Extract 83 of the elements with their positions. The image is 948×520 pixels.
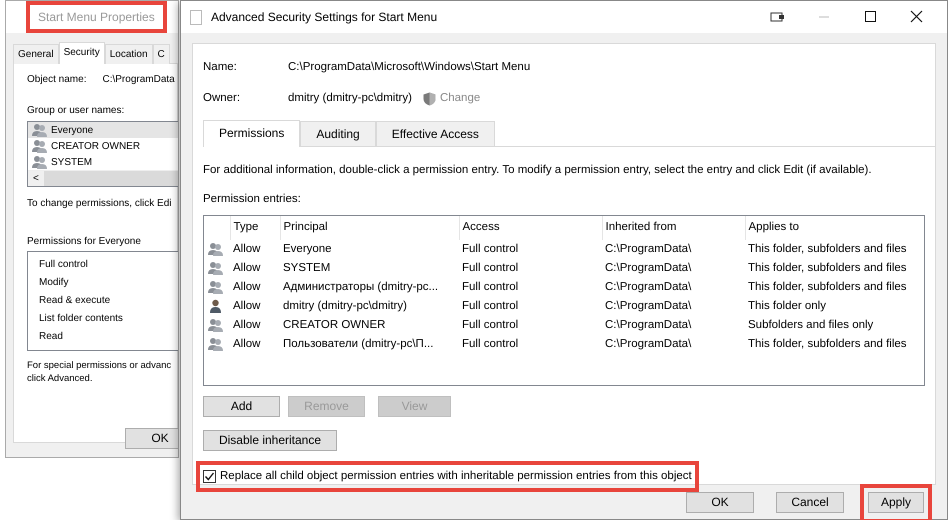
table-cell-text: Allow — [232, 298, 262, 314]
list-item[interactable]: SYSTEM — [28, 154, 178, 170]
table-cell-text: Full control — [461, 318, 520, 333]
table-cell: This folder, subfolders and files — [745, 240, 924, 259]
window-title: Advanced Security Settings for Start Menu — [211, 9, 438, 26]
table-cell-text: This folder only — [747, 298, 827, 314]
table-cell-text: C:\ProgramData\ — [604, 260, 692, 276]
shield-icon — [422, 92, 436, 106]
table-cell-text: Allow — [232, 260, 262, 276]
hint-text: For special permissions or advanc click Advanced. — [27, 359, 172, 385]
checkbox-label: Replace all child object permission entries with inheritable permission entries from this object — [220, 469, 692, 484]
tab[interactable]: General — [13, 44, 59, 64]
window-title: Start Menu Properties — [37, 9, 156, 26]
group-icon — [32, 155, 47, 169]
field-label: Permission entries: — [203, 192, 302, 207]
table-cell-text: Администраторы (dmitry-pc... — [282, 280, 440, 295]
column-header: Principal — [280, 216, 459, 240]
permission-name: Modify — [39, 276, 70, 290]
group-icon — [208, 336, 223, 351]
column-header: Access — [459, 216, 602, 240]
field-label: Owner: — [203, 91, 242, 106]
tab[interactable]: Permissions — [203, 120, 300, 146]
table-cell-text: This folder, subfolders and files — [747, 336, 908, 352]
column-header: Inherited from — [602, 216, 745, 240]
table-cell-text: CREATOR OWNER — [282, 318, 386, 333]
group-icon — [208, 260, 223, 275]
table-cell-text: SYSTEM — [282, 260, 332, 276]
table-cell-text: dmitry (dmitry-pc\dmitry) — [282, 298, 408, 314]
field-label: Object name: — [27, 73, 86, 87]
table-cell-text: C:\ProgramData\ — [604, 280, 692, 295]
tab[interactable]: Auditing — [300, 120, 376, 146]
table-cell-text: C:\ProgramData\ — [604, 318, 692, 333]
column-header: Type — [230, 216, 280, 240]
table-cell: Everyone — [280, 240, 459, 259]
field-label: Permissions for Everyone — [27, 235, 142, 249]
column-header: Applies to — [745, 216, 924, 240]
group-icon — [208, 318, 223, 332]
dialog-button[interactable]: Cancel — [776, 492, 844, 513]
group-icon — [32, 139, 47, 153]
path-value: C:\ProgramData\Microsoft\Windows\Start Menu — [288, 60, 530, 75]
action-button[interactable]: Add — [203, 396, 280, 417]
dialog-button[interactable]: OK — [686, 492, 754, 513]
scrollbar[interactable]: < — [28, 170, 178, 186]
hint-text: To change permissions, click Edi — [27, 197, 173, 211]
table-cell-text: Subfolders and files only — [747, 318, 874, 333]
table-cell: Allow — [230, 240, 280, 259]
table-cell-text: Allow — [232, 318, 262, 333]
user-icon — [208, 298, 223, 313]
table-cell-text: Full control — [461, 280, 520, 295]
owner-value: dmitry (dmitry-pc\dmitry) — [288, 91, 412, 106]
group-icon — [208, 242, 223, 256]
dialog-button[interactable]: Apply — [868, 492, 924, 513]
tab[interactable]: Location — [104, 44, 153, 64]
list-item[interactable]: CREATOR OWNER — [28, 138, 178, 154]
table-cell: Full control — [459, 240, 602, 259]
group-icon — [208, 280, 223, 294]
field-label: Group or user names: — [27, 104, 126, 118]
table-cell: C:\ProgramData\ — [602, 240, 745, 259]
table-cell-text: Allow — [232, 280, 262, 295]
table-cell-text: This folder, subfolders and files — [747, 260, 908, 276]
ok-button[interactable]: OK — [125, 428, 178, 449]
tab[interactable]: Effective Access — [376, 120, 495, 146]
permission-name: Read & execute — [39, 294, 112, 308]
table-cell-text: This folder, subfolders and files — [747, 280, 908, 295]
table-cell-text: Full control — [461, 260, 520, 276]
disable-inheritance-button[interactable]: Disable inheritance — [203, 430, 337, 451]
permission-name: Read — [39, 330, 64, 344]
tab[interactable]: C — [152, 44, 170, 64]
table-cell-text: C:\ProgramData\ — [604, 298, 692, 314]
checkbox[interactable] — [203, 470, 216, 484]
info-text: For additional information, double-click a permission entry. To modify a permission entry, select the entry and click Edit (if available). — [203, 162, 873, 178]
permission-name: List folder contents — [39, 312, 124, 326]
table-cell-text: Full control — [461, 336, 520, 352]
object-name-value: C:\ProgramData — [102, 73, 175, 87]
table-cell-text: C:\ProgramData\ — [604, 336, 692, 352]
table-cell-text: Full control — [461, 298, 520, 314]
table-cell-text: Allow — [232, 336, 262, 352]
list-item[interactable]: Everyone — [28, 122, 178, 138]
permission-name: Full control — [39, 258, 89, 272]
field-label: Name: — [203, 60, 238, 75]
document-icon — [190, 10, 202, 24]
tab[interactable]: Security — [58, 42, 105, 64]
table-cell-text: Пользователи (dmitry-pc\П... — [282, 336, 434, 352]
